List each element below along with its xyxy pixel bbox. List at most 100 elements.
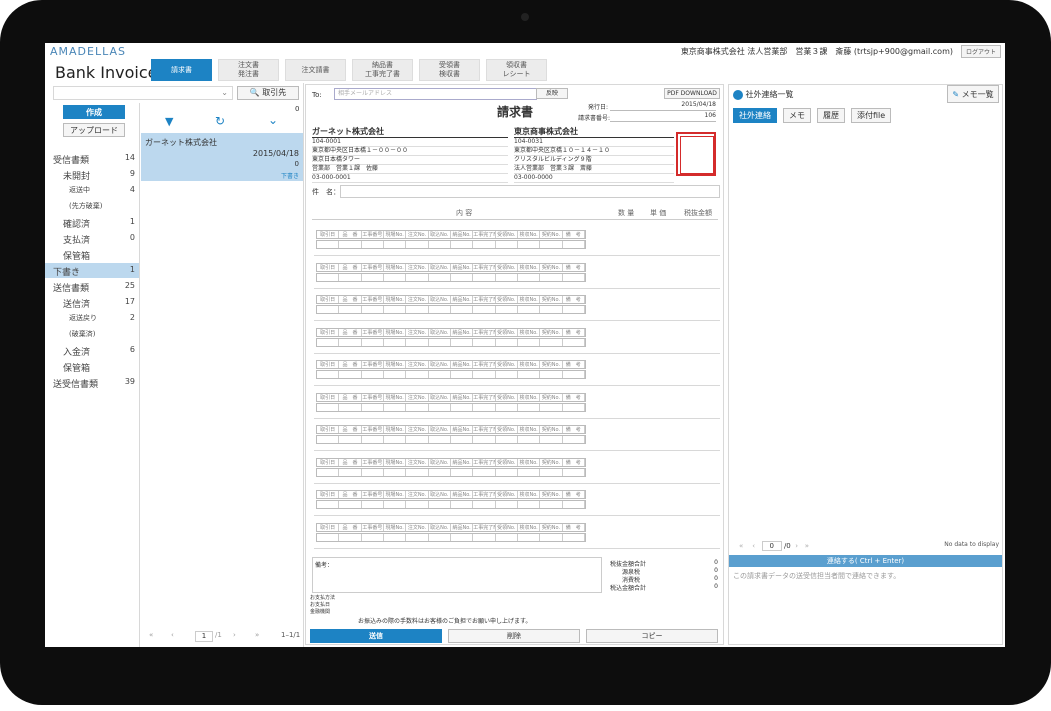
tab-invoice[interactable]: 請求書 [151, 59, 212, 81]
chevron-down-icon[interactable]: ⌄ [268, 113, 278, 127]
tab-order-confirm[interactable]: 注文請書 [285, 59, 346, 81]
item-row-line[interactable]: 取引日品 番工事番号現場No.注文No.取込No.納品No.工事完了No.受領N… [316, 522, 586, 532]
item-row[interactable]: 取引日品 番工事番号現場No.注文No.取込No.納品No.工事完了No.受領N… [316, 295, 586, 315]
nav-sent[interactable]: 送信書類 25 [45, 279, 139, 294]
item-row-line[interactable] [316, 532, 586, 542]
item-row-line[interactable]: 取引日品 番工事番号現場No.注文No.取込No.納品No.工事完了No.受領N… [316, 457, 586, 467]
item-row[interactable]: 取引日品 番工事番号現場No.注文No.取込No.納品No.工事完了No.受領N… [316, 457, 586, 478]
list-item[interactable]: ガーネット株式会社 2015/04/18 0 下書き [141, 133, 303, 181]
item-row-line[interactable]: 取引日品 番工事番号現場No.注文No.取込No.納品No.工事完了No.受領N… [316, 392, 586, 402]
memo-list-label: メモ一覧 [961, 90, 994, 99]
to-email-input[interactable]: 相手メールアドレス [334, 88, 537, 100]
item-row[interactable]: 取引日品 番工事番号現場No.注文No.取込No.納品No.工事完了No.受領N… [316, 230, 586, 250]
item-row[interactable]: 取引日品 番工事番号現場No.注文No.取込No.納品No.工事完了No.受領N… [316, 392, 586, 413]
nav-discarded[interactable]: (先方破棄) [45, 199, 139, 214]
item-row-line[interactable]: 取引日品 番工事番号現場No.注文No.取込No.納品No.工事完了No.受領N… [316, 230, 586, 239]
page-input[interactable]: 1 [195, 631, 213, 642]
last-page-icon[interactable]: » [805, 542, 809, 550]
item-row-line[interactable] [316, 337, 586, 347]
item-cell: 取込No. [429, 491, 451, 498]
item-cell [540, 436, 563, 443]
item-row-line[interactable] [316, 240, 586, 249]
item-row[interactable]: 取引日品 番工事番号現場No.注文No.取込No.納品No.工事完了No.受領N… [316, 327, 586, 348]
item-row-line[interactable]: 取引日品 番工事番号現場No.注文No.取込No.納品No.工事完了No.受領N… [316, 327, 586, 337]
nav-unopened[interactable]: 未開封 9 [45, 167, 139, 182]
item-cell [563, 468, 585, 476]
item-row-line[interactable]: 取引日品 番工事番号現場No.注文No.取込No.納品No.工事完了No.受領N… [316, 295, 586, 304]
item-cell [429, 306, 451, 313]
item-row-line[interactable]: 取引日品 番工事番号現場No.注文No.取込No.納品No.工事完了No.受領N… [316, 425, 586, 434]
item-row-line[interactable] [316, 467, 586, 477]
item-cell [451, 501, 474, 508]
tab-order[interactable]: 注文書 発注書 [218, 59, 279, 81]
item-row-line[interactable]: 取引日品 番工事番号現場No.注文No.取込No.納品No.工事完了No.受領N… [316, 490, 586, 499]
item-row-line[interactable]: 取引日品 番工事番号現場No.注文No.取込No.納品No.工事完了No.受領N… [316, 360, 586, 369]
item-row-line[interactable] [316, 500, 586, 509]
nav-returned[interactable]: 返送戻り 2 [45, 311, 139, 326]
nav-deleted[interactable]: (破棄済) [45, 327, 139, 342]
item-row-line[interactable] [316, 370, 586, 379]
nav-all[interactable]: 送受信書類 39 [45, 375, 139, 390]
item-row[interactable]: 取引日品 番工事番号現場No.注文No.取込No.納品No.工事完了No.受領N… [316, 425, 586, 445]
item-row[interactable]: 取引日品 番工事番号現場No.注文No.取込No.納品No.工事完了No.受領N… [316, 490, 586, 510]
refresh-icon[interactable]: ↻ [215, 114, 225, 128]
copy-button[interactable]: コピー [586, 629, 718, 643]
nav-drafts[interactable]: 下書き 1 [45, 263, 139, 278]
item-cell: 工事番号 [362, 263, 384, 271]
nav-inbox[interactable]: 受信書類 14 [45, 151, 139, 166]
item-row-line[interactable] [316, 272, 586, 282]
nav-returning[interactable]: 返送中 4 [45, 183, 139, 198]
contact-textarea[interactable]: この請求書データの送受信担当者間で連絡できます。 [733, 571, 997, 581]
item-cell [473, 371, 496, 378]
tab-receipt[interactable]: 領収書 レシート [486, 59, 547, 81]
subject-input[interactable] [340, 185, 720, 198]
nav-archive-in[interactable]: 保管箱 [45, 247, 139, 262]
item-row-line[interactable]: 取引日品 番工事番号現場No.注文No.取込No.納品No.工事完了No.受領N… [316, 262, 586, 272]
last-page-icon[interactable]: » [255, 631, 259, 639]
client-button[interactable]: 🔍 取引先 [237, 86, 299, 100]
pdf-download-button[interactable]: PDF DOWNLOAD [664, 88, 720, 99]
item-cell: 取込No. [429, 231, 451, 238]
nav-paid[interactable]: 支払済 0 [45, 231, 139, 246]
delete-button[interactable]: 削除 [448, 629, 580, 643]
nav-archive-out[interactable]: 保管箱 [45, 359, 139, 374]
reflect-button[interactable]: 反映 [536, 88, 568, 99]
item-cell [496, 241, 518, 248]
tab-external[interactable]: 社外連絡 [733, 108, 777, 123]
create-button[interactable]: 作成 [63, 105, 125, 119]
item-row-line[interactable] [316, 402, 586, 412]
next-page-icon[interactable]: › [795, 542, 798, 550]
item-row-line[interactable] [316, 435, 586, 444]
invoice-no-field[interactable]: 106 [610, 112, 716, 122]
contact-send-bar[interactable]: 連絡する( Ctrl + Enter) [729, 555, 1002, 567]
page-input[interactable]: 0 [761, 541, 782, 551]
item-row[interactable]: 取引日品 番工事番号現場No.注文No.取込No.納品No.工事完了No.受領N… [316, 360, 586, 380]
issue-date-field[interactable]: 2015/04/18 [610, 101, 716, 111]
item-cell: 契約No. [540, 426, 563, 433]
filter-icon[interactable]: ▼ [165, 115, 173, 128]
tab-attachments[interactable]: 添付file [851, 108, 892, 123]
item-row[interactable]: 取引日品 番工事番号現場No.注文No.取込No.納品No.工事完了No.受領N… [316, 522, 586, 543]
item-row[interactable]: 取引日品 番工事番号現場No.注文No.取込No.納品No.工事完了No.受領N… [316, 262, 586, 283]
tab-memo[interactable]: メモ [783, 108, 811, 123]
search-select[interactable]: ⌄ [53, 86, 233, 100]
nav-paid-in[interactable]: 入金済 6 [45, 343, 139, 358]
prev-page-icon[interactable]: ‹ [752, 542, 755, 550]
nav-sent-done[interactable]: 送信済 17 [45, 295, 139, 310]
first-page-icon[interactable]: « [149, 631, 153, 639]
item-cell: 備 考 [563, 296, 585, 303]
issue-date-label: 発行日: [588, 104, 609, 111]
tab-receipt-note[interactable]: 受領書 検収書 [419, 59, 480, 81]
nav-confirmed[interactable]: 確認済 1 [45, 215, 139, 230]
first-page-icon[interactable]: « [739, 542, 743, 550]
prev-page-icon[interactable]: ‹ [171, 631, 174, 639]
send-button[interactable]: 送信 [310, 629, 442, 643]
item-row-line[interactable] [316, 305, 586, 314]
tab-history[interactable]: 履歴 [817, 108, 845, 123]
logout-button[interactable]: ログアウト [960, 45, 1001, 58]
upload-button[interactable]: アップロード [63, 123, 125, 137]
remarks-box[interactable]: 備考： [312, 557, 602, 593]
next-page-icon[interactable]: › [233, 631, 236, 639]
tab-delivery[interactable]: 納品書 工事完了書 [352, 59, 413, 81]
memo-list-button[interactable]: ✎ メモ一覧 [947, 85, 999, 103]
